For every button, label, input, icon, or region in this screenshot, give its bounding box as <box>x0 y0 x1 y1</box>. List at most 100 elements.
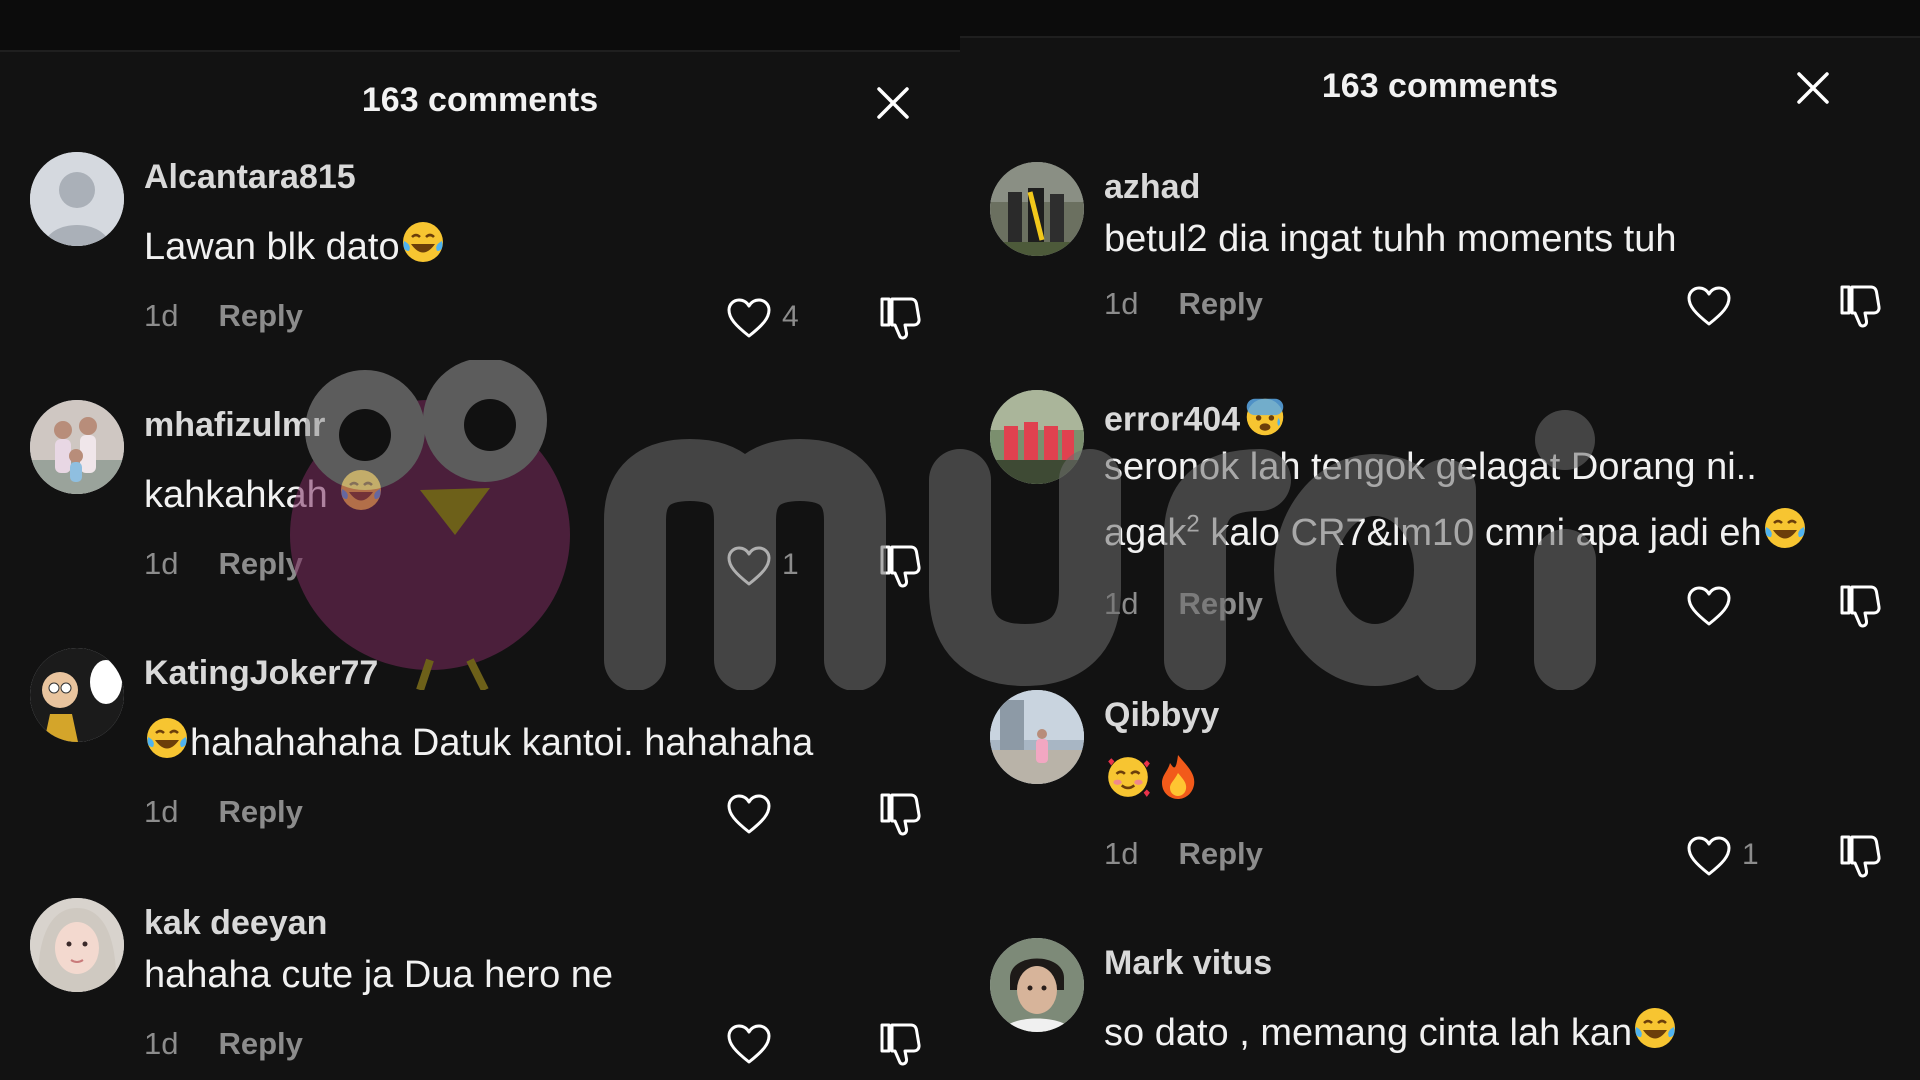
username[interactable]: Qibbyy <box>1104 696 1219 735</box>
tears-of-joy-emoji <box>338 467 384 534</box>
timestamp: 1d <box>144 546 179 581</box>
comments-count-title: 163 comments <box>1321 67 1559 105</box>
comments-count-title: 163 comments <box>361 81 599 119</box>
avatar[interactable] <box>990 690 1084 784</box>
thumbs-down-icon <box>880 793 921 836</box>
reply-button[interactable]: Reply <box>218 794 302 829</box>
reply-button[interactable]: Reply <box>1178 286 1262 321</box>
comment-meta: 1d Reply <box>144 794 303 830</box>
comment-text: kahkahkah <box>144 462 384 534</box>
timestamp: 1d <box>144 794 179 829</box>
thumbs-down-icon <box>1840 585 1881 628</box>
comment-text: betul2 dia ingat tuhh moments tuh <box>1104 218 1677 260</box>
dislike-button[interactable] <box>878 791 922 837</box>
close-button[interactable] <box>873 83 913 123</box>
timestamp: 1d <box>1104 586 1139 621</box>
thumbs-down-icon <box>1840 285 1881 328</box>
comment-meta: 1d Reply <box>1104 836 1263 872</box>
heart-icon <box>727 298 771 338</box>
close-icon <box>1797 72 1829 104</box>
dislike-button[interactable] <box>1838 833 1882 879</box>
dislike-button[interactable] <box>878 295 922 341</box>
dislike-button[interactable] <box>1838 583 1882 629</box>
smiling-face-with-hearts-emoji <box>1104 753 1152 822</box>
like-button[interactable] <box>725 792 773 836</box>
heart-icon <box>727 794 771 834</box>
thumbs-down-icon <box>880 1023 921 1066</box>
comment-meta: 1d Reply <box>144 298 303 334</box>
comment-meta: 1d Reply <box>144 1026 303 1062</box>
top-bar <box>0 0 960 52</box>
top-bar <box>960 0 1920 38</box>
avatar[interactable] <box>30 648 124 742</box>
heart-icon <box>1687 286 1731 326</box>
comment-item: Qibbyy 1d Reply 1 <box>960 690 1920 910</box>
heart-icon <box>1687 586 1731 626</box>
like-button[interactable] <box>725 296 773 340</box>
timestamp: 1d <box>144 1026 179 1061</box>
heart-icon <box>1687 836 1731 876</box>
comment-text-line-1: seronok lah tengok gelagat Dorang ni.. <box>1104 446 1757 488</box>
dislike-button[interactable] <box>878 1021 922 1067</box>
timestamp: 1d <box>1104 286 1139 321</box>
like-button[interactable] <box>725 1022 773 1066</box>
tears-of-joy-emoji <box>1632 1005 1678 1072</box>
username[interactable]: azhad <box>1104 168 1200 207</box>
comment-text: so dato , memang cinta lah kan <box>1104 1000 1678 1072</box>
heart-icon <box>727 1024 771 1064</box>
comment-text: hahaha cute ja Dua hero ne <box>144 954 614 996</box>
comment-meta: 1d Reply <box>1104 286 1263 322</box>
tears-of-joy-emoji <box>400 219 446 286</box>
like-button[interactable] <box>1685 834 1733 878</box>
username[interactable]: KatingJoker77 <box>144 654 378 693</box>
tears-of-joy-emoji <box>144 715 190 782</box>
avatar[interactable] <box>30 400 124 494</box>
fire-emoji <box>1156 753 1200 822</box>
comment-item: Alcantara815 Lawan blk dato 1d Reply 4 <box>0 152 960 372</box>
avatar[interactable] <box>990 938 1084 1032</box>
like-button[interactable] <box>1685 584 1733 628</box>
reply-button[interactable]: Reply <box>1178 836 1262 871</box>
comment-text-line-2: agak2 kalo CR7&lm10 cmni apa jadi eh <box>1104 500 1808 572</box>
comment-meta: 1d Reply <box>1104 586 1263 622</box>
comments-panel-left: 163 comments Alcantara815 Lawan blk dato… <box>0 0 960 1080</box>
tears-of-joy-emoji <box>1762 505 1808 572</box>
comment-item: kak deeyan hahaha cute ja Dua hero ne 1d… <box>0 898 960 1080</box>
username[interactable]: Alcantara815 <box>144 158 356 197</box>
avatar[interactable] <box>30 152 124 246</box>
comment-text: hahahahaha Datuk kantoi. hahahaha <box>144 710 813 782</box>
thumbs-down-icon <box>880 545 921 588</box>
username[interactable]: kak deeyan <box>144 904 327 943</box>
like-count: 4 <box>782 300 799 333</box>
comment-item: Mark vitus so dato , memang cinta lah ka… <box>960 938 1920 1080</box>
like-count: 1 <box>782 548 799 581</box>
avatar[interactable] <box>990 162 1084 256</box>
comment-meta: 1d Reply <box>144 546 303 582</box>
timestamp: 1d <box>144 298 179 333</box>
dislike-button[interactable] <box>1838 283 1882 329</box>
thumbs-down-icon <box>1840 835 1881 878</box>
like-count: 1 <box>1742 838 1759 871</box>
comments-panel-right: 163 comments azhad betul2 dia ingat tuhh… <box>960 0 1920 1080</box>
reply-button[interactable]: Reply <box>1178 586 1262 621</box>
comment-item: error404 seronok lah tengok gelagat Dora… <box>960 390 1920 650</box>
thumbs-down-icon <box>880 297 921 340</box>
like-button[interactable] <box>725 544 773 588</box>
reply-button[interactable]: Reply <box>218 546 302 581</box>
comment-text: Lawan blk dato <box>144 214 446 286</box>
avatar[interactable] <box>990 390 1084 484</box>
reply-button[interactable]: Reply <box>218 1026 302 1061</box>
username[interactable]: mhafizulmr <box>144 406 325 445</box>
timestamp: 1d <box>1104 836 1139 871</box>
username[interactable]: Mark vitus <box>1104 944 1272 983</box>
heart-icon <box>727 546 771 586</box>
avatar[interactable] <box>30 898 124 992</box>
reply-button[interactable]: Reply <box>218 298 302 333</box>
like-button[interactable] <box>1685 284 1733 328</box>
close-button[interactable] <box>1793 68 1833 108</box>
comment-item: KatingJoker77 hahahahaha Datuk kantoi. h… <box>0 648 960 868</box>
comment-item: mhafizulmr kahkahkah 1d Reply 1 <box>0 400 960 620</box>
close-icon <box>877 87 909 119</box>
dislike-button[interactable] <box>878 543 922 589</box>
comment-text <box>1104 750 1200 822</box>
